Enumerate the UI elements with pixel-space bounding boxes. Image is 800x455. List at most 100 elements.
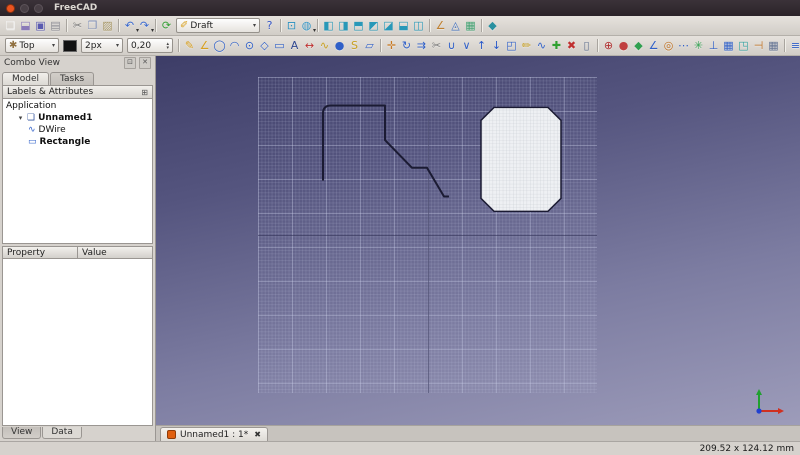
snap-center[interactable]: ◎ <box>661 37 676 54</box>
line-color[interactable] <box>63 40 77 52</box>
tab-data[interactable]: Data <box>42 427 82 439</box>
view-left[interactable]: ◫ <box>411 17 426 34</box>
line-width[interactable]: 2px▾ <box>81 38 123 53</box>
draft-add-point[interactable]: ✚ <box>549 37 564 54</box>
tab-close-icon[interactable]: ✖ <box>254 430 261 439</box>
draft-wire-to-bspline[interactable]: ∿ <box>534 37 549 54</box>
draft-rectangle[interactable]: ▭ <box>272 37 287 54</box>
toolbar-separator <box>118 19 119 32</box>
new-document[interactable]: ❏ <box>3 17 18 34</box>
clipping-plane[interactable]: ◬ <box>448 17 463 34</box>
copy[interactable]: ❐ <box>85 17 100 34</box>
close-button[interactable] <box>6 4 15 13</box>
tab-tasks[interactable]: Tasks <box>50 72 94 85</box>
workbench-selector[interactable]: ✐Draft▾ <box>176 18 260 33</box>
view-front[interactable]: ◨ <box>336 17 351 34</box>
whats-this[interactable]: ? <box>262 17 277 34</box>
spinner-arrows-icon[interactable]: ▴▾ <box>166 42 169 50</box>
open-document[interactable]: ⬓ <box>18 17 33 34</box>
measure-distance[interactable]: ∠ <box>433 17 448 34</box>
draft-ellipse[interactable]: ⊙ <box>242 37 257 54</box>
fit-all[interactable]: ⊡ <box>284 17 299 34</box>
3d-viewport[interactable] <box>156 56 800 425</box>
tree-item-application[interactable]: Application <box>3 100 152 112</box>
working-plane-selector[interactable]: ✱Top▾ <box>5 38 59 53</box>
snap-endpoint[interactable]: ● <box>616 37 631 54</box>
save-document[interactable]: ▣ <box>33 17 48 34</box>
draft-line[interactable]: ✎ <box>182 37 197 54</box>
undo[interactable]: ↶▾ <box>122 17 137 34</box>
tab-view[interactable]: View <box>2 427 41 439</box>
cut[interactable]: ✂ <box>70 17 85 34</box>
snap-intersection[interactable]: ✳ <box>691 37 706 54</box>
dwire-shape[interactable] <box>323 105 449 196</box>
draft-move[interactable]: ✛ <box>384 37 399 54</box>
snap-grid[interactable]: ▦ <box>721 37 736 54</box>
draft-offset[interactable]: ⇉ <box>414 37 429 54</box>
dock-views[interactable]: ◆ <box>485 17 500 34</box>
snap-extension[interactable]: ⋯ <box>676 37 691 54</box>
draft-wire[interactable]: ∠ <box>197 37 212 54</box>
view-isometric[interactable]: ◧ <box>321 17 336 34</box>
tree-item-dwire[interactable]: ∿DWire <box>3 124 152 136</box>
view-top[interactable]: ⬒ <box>351 17 366 34</box>
view-front-icon: ◨ <box>338 20 348 31</box>
view-rear[interactable]: ◪ <box>381 17 396 34</box>
draft-rotate[interactable]: ↻ <box>399 37 414 54</box>
paste[interactable]: ▨ <box>100 17 115 34</box>
draft-shape2dview[interactable]: ▯ <box>579 37 594 54</box>
view-right[interactable]: ◩ <box>366 17 381 34</box>
draft-facebinder[interactable]: ▱ <box>362 37 377 54</box>
snap-dimensions[interactable]: ⊣ <box>751 37 766 54</box>
expander-icon[interactable]: ▾ <box>17 114 24 122</box>
snap-midpoint[interactable]: ◆ <box>631 37 646 54</box>
snap-working-plane[interactable]: ◳ <box>736 37 751 54</box>
draft-circle[interactable]: ◯ <box>212 37 227 54</box>
texture-mapping[interactable]: ▦ <box>463 17 478 34</box>
tree-item-unnamed1[interactable]: ▾❏Unnamed1 <box>3 112 152 124</box>
dropdown-arrow-icon: ▾ <box>313 27 316 34</box>
close-panel-icon[interactable]: ✕ <box>139 57 151 69</box>
draft-dimension[interactable]: ↔ <box>302 37 317 54</box>
draft-join[interactable]: ∪ <box>444 37 459 54</box>
draft-delete-point[interactable]: ✖ <box>564 37 579 54</box>
draft-arc[interactable]: ◠ <box>227 37 242 54</box>
toolbar-separator <box>597 39 598 52</box>
draft-downgrade[interactable]: ↓ <box>489 37 504 54</box>
tree-item-rectangle[interactable]: ▭Rectangle <box>3 136 152 148</box>
draft-point[interactable]: ● <box>332 37 347 54</box>
draft-text[interactable]: A <box>287 37 302 54</box>
draw-style[interactable]: ◍▾ <box>299 17 314 34</box>
toggle-grid[interactable]: ▦ <box>766 37 781 54</box>
tree-options-icon[interactable]: ⊞ <box>141 88 148 97</box>
tab-model[interactable]: Model <box>2 72 49 85</box>
print[interactable]: ▤ <box>48 17 63 34</box>
toolbar-separator <box>380 39 381 52</box>
draft-bspline[interactable]: ∿ <box>317 37 332 54</box>
refresh[interactable]: ⟳ <box>159 17 174 34</box>
view-bottom[interactable]: ⬓ <box>396 17 411 34</box>
redo[interactable]: ↷▾ <box>137 17 152 34</box>
draft-shapestring[interactable]: S <box>347 37 362 54</box>
snap-perpendicular[interactable]: ⊥ <box>706 37 721 54</box>
draft-scale[interactable]: ◰ <box>504 37 519 54</box>
minimize-button[interactable] <box>20 4 29 13</box>
open-document-icon: ⬓ <box>20 20 30 31</box>
draft-polygon[interactable]: ◇ <box>257 37 272 54</box>
property-table-body[interactable] <box>2 259 153 426</box>
manage-layers[interactable]: ≡ <box>788 37 800 54</box>
draft-upgrade[interactable]: ↑ <box>474 37 489 54</box>
snap-lock[interactable]: ⊕ <box>601 37 616 54</box>
new-document-icon: ❏ <box>6 20 16 31</box>
snap-dimension-value[interactable]: 0,20▴▾ <box>127 38 173 53</box>
draft-split[interactable]: ∨ <box>459 37 474 54</box>
maximize-button[interactable] <box>34 4 43 13</box>
draft-trimex[interactable]: ✂ <box>429 37 444 54</box>
snap-angle[interactable]: ∠ <box>646 37 661 54</box>
draft-line-icon: ✎ <box>185 40 194 51</box>
document-tab[interactable]: Unnamed1 : 1* ✖ <box>160 427 268 441</box>
rectangle-shape[interactable] <box>481 107 561 211</box>
toolbar-separator <box>481 19 482 32</box>
draft-edit[interactable]: ✏ <box>519 37 534 54</box>
float-panel-icon[interactable]: ⊡ <box>124 57 136 69</box>
